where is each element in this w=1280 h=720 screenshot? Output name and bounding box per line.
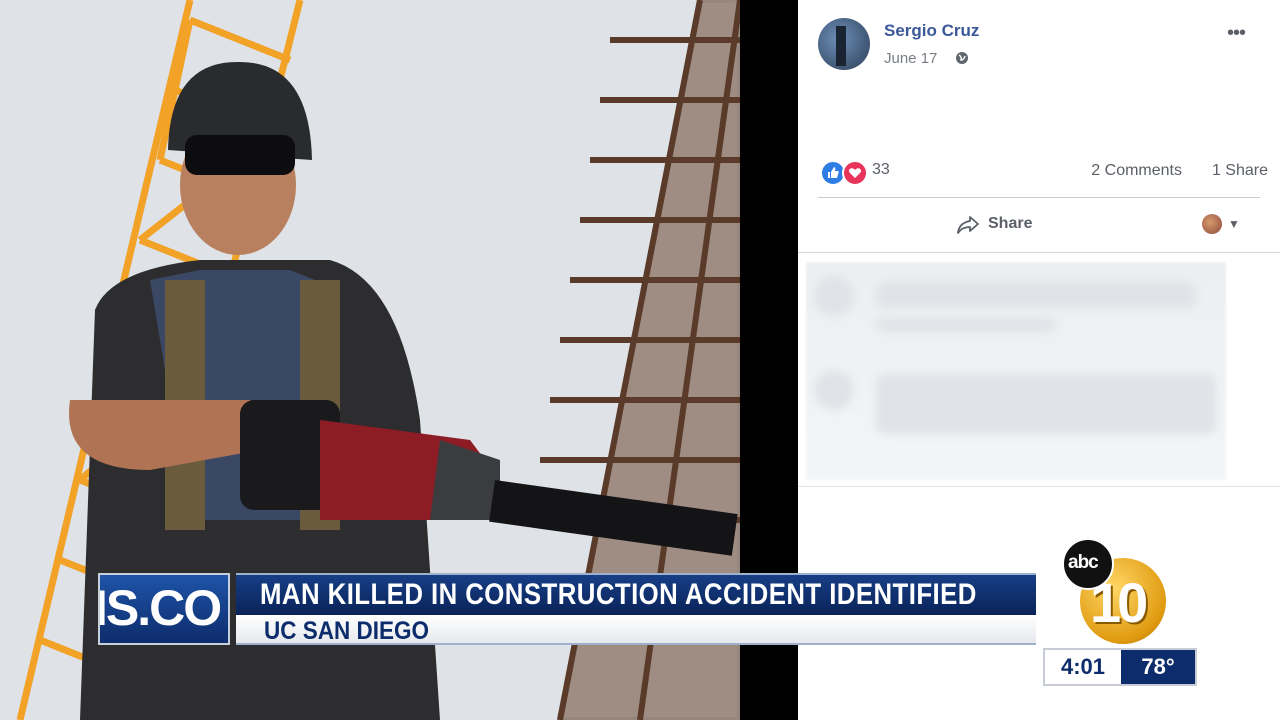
time-temp-box: 4:01 78° bbox=[1043, 648, 1197, 686]
viewer-avatar[interactable] bbox=[1202, 214, 1222, 234]
network-logo: abc bbox=[1062, 538, 1114, 590]
divider bbox=[818, 197, 1260, 198]
headline-bar: MAN KILLED IN CONSTRUCTION ACCIDENT IDEN… bbox=[236, 573, 1036, 615]
blurred-comments bbox=[806, 262, 1226, 480]
location-bar: UC SAN DIEGO bbox=[236, 615, 1036, 645]
more-options-icon[interactable]: ••• bbox=[1227, 22, 1246, 45]
divider bbox=[798, 252, 1280, 253]
post-date[interactable]: June 17 bbox=[884, 50, 937, 67]
reaction-count[interactable]: 33 bbox=[872, 161, 890, 179]
shares-count[interactable]: 1 Share bbox=[1212, 162, 1268, 180]
share-icon bbox=[957, 216, 979, 234]
avatar[interactable] bbox=[818, 18, 870, 70]
headline: MAN KILLED IN CONSTRUCTION ACCIDENT IDEN… bbox=[260, 578, 977, 611]
caret-down-icon[interactable]: ▼ bbox=[1228, 217, 1240, 231]
temperature: 78° bbox=[1141, 654, 1175, 679]
network-name: abc bbox=[1068, 552, 1099, 573]
love-icon[interactable] bbox=[842, 160, 868, 186]
share-label: Share bbox=[988, 215, 1033, 232]
poster-name[interactable]: Sergio Cruz bbox=[884, 21, 979, 41]
time: 4:01 bbox=[1045, 650, 1121, 684]
station-web-logo: IS.CO bbox=[98, 573, 230, 645]
globe-icon bbox=[956, 52, 968, 64]
logo-text: IS.CO bbox=[98, 580, 222, 636]
divider bbox=[798, 486, 1280, 487]
location: UC SAN DIEGO bbox=[264, 617, 430, 645]
comments-count[interactable]: 2 Comments bbox=[1091, 162, 1182, 180]
station-bug: 10 abc bbox=[1060, 536, 1170, 648]
